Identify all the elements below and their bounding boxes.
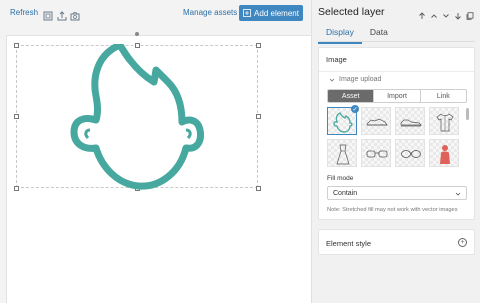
fill-mode-select[interactable]: Contain (327, 186, 467, 200)
fill-mode-label: Fill mode (327, 175, 354, 182)
grid-icon[interactable] (43, 8, 53, 21)
copy-icon[interactable] (466, 7, 474, 20)
source-asset-button[interactable]: Asset (328, 90, 375, 102)
asset-round-glasses[interactable] (395, 139, 425, 167)
element-style-section[interactable]: Element style + (318, 229, 475, 255)
asset-scrollbar[interactable] (466, 108, 469, 120)
asset-shoe[interactable] (395, 107, 425, 135)
manage-assets-link[interactable]: Manage assets (183, 8, 237, 17)
asset-person[interactable] (429, 139, 459, 167)
rotate-handle[interactable] (135, 32, 139, 36)
asset-shirt[interactable] (429, 107, 459, 135)
image-upload-toggle[interactable]: Image upload (329, 76, 381, 83)
fill-mode-note: Note: Stretched fill may not work with v… (327, 207, 458, 213)
add-element-label: Add element (254, 8, 299, 18)
arrow-up-icon[interactable] (418, 7, 426, 19)
check-icon: ✓ (351, 105, 359, 113)
source-link-button[interactable]: Link (421, 90, 466, 102)
canvas-toolbar: Refresh Manage assets Add element (0, 0, 311, 28)
panel-title: Selected layer (318, 6, 385, 18)
asset-sneaker[interactable] (361, 107, 391, 135)
resize-handle-right[interactable] (256, 114, 261, 119)
chevron-down-icon[interactable] (442, 7, 450, 18)
tab-divider (318, 41, 475, 42)
resize-handle-bottom-left[interactable] (14, 186, 19, 191)
resize-handle-bottom-right[interactable] (256, 186, 261, 191)
asset-glasses[interactable] (361, 139, 391, 167)
chevron-down-icon (329, 78, 335, 82)
upload-icon[interactable] (57, 8, 67, 21)
chevron-down-icon (455, 192, 461, 196)
add-element-button[interactable]: Add element (239, 5, 303, 21)
camera-icon[interactable] (70, 8, 80, 21)
element-style-title: Element style (326, 239, 372, 248)
image-upload-label: Image upload (339, 76, 382, 83)
image-section-title: Image (326, 55, 347, 64)
add-element-icon (243, 9, 251, 17)
add-style-icon[interactable]: + (458, 238, 467, 247)
asset-dress[interactable] (327, 139, 357, 167)
chevron-up-icon[interactable] (430, 7, 438, 18)
panel-header-icons (418, 7, 474, 20)
image-source-selector: Asset Import Link (327, 89, 467, 103)
fill-mode-value: Contain (333, 189, 358, 197)
source-import-button[interactable]: Import (374, 90, 421, 102)
asset-face[interactable]: ✓ (327, 105, 359, 135)
asset-grid: ✓ (327, 105, 460, 167)
image-section: Image Image upload Asset Import Link ✓ F… (318, 47, 475, 220)
resize-handle-top-right[interactable] (256, 43, 261, 48)
resize-handle-top-left[interactable] (14, 43, 19, 48)
face-outline-image[interactable] (70, 44, 204, 190)
canvas-area: Refresh Manage assets Add element (0, 0, 311, 303)
resize-handle-left[interactable] (14, 114, 19, 119)
properties-panel: Selected layer Display Data Image Image … (311, 0, 480, 303)
divider (319, 71, 474, 72)
arrow-down-icon[interactable] (454, 7, 462, 20)
refresh-link[interactable]: Refresh (10, 8, 38, 17)
